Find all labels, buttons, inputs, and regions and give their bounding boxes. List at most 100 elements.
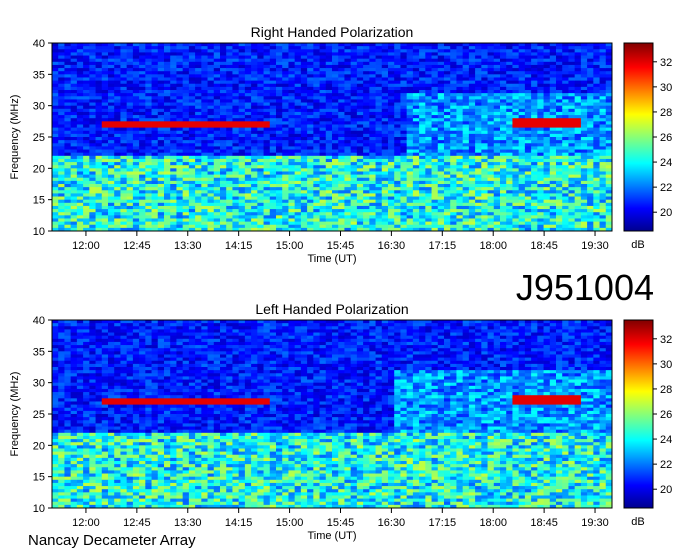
- heatmap-cell: [332, 209, 339, 213]
- heatmap-cell: [512, 162, 520, 166]
- heatmap-cell: [493, 199, 501, 204]
- heatmap-cell: [468, 205, 476, 210]
- heatmap-cell: [95, 171, 103, 175]
- heatmap-cell: [226, 171, 233, 175]
- heatmap-cell: [468, 71, 476, 75]
- heatmap-cell: [126, 202, 134, 207]
- heatmap-cell: [58, 140, 65, 144]
- heatmap-cell: [251, 102, 258, 107]
- heatmap-cell: [257, 121, 264, 125]
- heatmap-cell: [388, 121, 395, 125]
- heatmap-cell: [213, 140, 221, 144]
- heatmap-cell: [170, 196, 177, 201]
- heatmap-cell: [108, 74, 115, 78]
- heatmap-cell: [238, 121, 246, 125]
- heatmap-cell: [83, 149, 90, 154]
- heatmap-cell: [518, 64, 526, 69]
- heatmap-cell: [400, 218, 408, 222]
- heatmap-cell: [294, 146, 302, 150]
- heatmap-cell: [369, 58, 376, 63]
- heatmap-cell: [537, 83, 544, 88]
- heatmap-cell: [226, 133, 233, 138]
- heatmap-cell: [269, 102, 277, 107]
- heatmap-cell: [132, 165, 140, 169]
- heatmap-cell: [556, 187, 563, 191]
- heatmap-cell: [101, 218, 109, 222]
- heatmap-cell: [276, 140, 283, 144]
- heatmap-cell: [394, 174, 401, 179]
- heatmap-cell: [282, 68, 289, 72]
- heatmap-cell: [95, 49, 103, 53]
- heatmap-cell: [114, 96, 121, 100]
- heatmap-cell: [64, 224, 72, 229]
- heatmap-cell: [518, 158, 526, 163]
- heatmap-cell: [412, 180, 420, 185]
- heatmap-cell: [412, 224, 420, 229]
- heatmap-cell: [52, 74, 59, 78]
- heatmap-cell: [444, 137, 451, 141]
- heatmap-cell: [456, 124, 464, 128]
- heatmap-cell: [70, 111, 78, 116]
- heatmap-cell: [52, 155, 59, 160]
- heatmap-cell: [101, 212, 109, 216]
- heatmap-cell: [182, 202, 190, 207]
- heatmap-cell: [220, 124, 227, 128]
- heatmap-cell: [350, 90, 358, 94]
- heatmap-cell: [58, 111, 65, 116]
- heatmap-cell: [332, 149, 339, 154]
- heatmap-cell: [350, 108, 358, 113]
- heatmap-cell: [338, 184, 345, 188]
- heatmap-cell: [220, 174, 227, 179]
- heatmap-cell: [151, 193, 159, 197]
- heatmap-cell: [70, 221, 78, 226]
- heatmap-cell: [195, 105, 202, 110]
- heatmap-cell: [76, 71, 84, 75]
- heatmap-cell: [450, 130, 457, 135]
- heatmap-cell: [170, 174, 177, 179]
- heatmap-cell: [213, 218, 221, 222]
- heatmap-cell: [294, 68, 302, 72]
- heatmap-cell: [400, 74, 408, 78]
- heatmap-cell: [139, 115, 146, 119]
- heatmap-cell: [126, 108, 134, 113]
- heatmap-cell: [182, 105, 190, 110]
- heatmap-cell: [244, 111, 252, 116]
- heatmap-cell: [444, 74, 451, 78]
- heatmap-cell: [444, 111, 451, 116]
- heatmap-cell: [481, 168, 488, 172]
- heatmap-cell: [139, 121, 146, 125]
- heatmap-cell: [108, 127, 115, 132]
- heatmap-cell: [101, 193, 109, 197]
- heatmap-cell: [282, 168, 289, 172]
- heatmap-cell: [381, 196, 389, 201]
- heatmap-cell: [325, 149, 333, 154]
- heatmap-cell: [201, 105, 208, 110]
- heatmap-cell: [462, 212, 470, 216]
- heatmap-cell: [263, 149, 271, 154]
- heatmap-cell: [450, 111, 457, 116]
- heatmap-cell: [531, 108, 538, 113]
- heatmap-cell: [506, 43, 513, 47]
- heatmap-cell: [325, 71, 333, 75]
- heatmap-cell: [226, 212, 233, 216]
- heatmap-cell: [182, 212, 190, 216]
- heatmap-cell: [207, 133, 215, 138]
- heatmap-cell: [83, 133, 90, 138]
- heatmap-cell: [207, 202, 215, 207]
- heatmap-cell: [381, 74, 389, 78]
- heatmap-cell: [70, 218, 78, 222]
- heatmap-cell: [207, 177, 215, 182]
- heatmap-cell: [213, 52, 221, 56]
- heatmap-cell: [412, 108, 420, 113]
- heatmap-cell: [120, 168, 128, 172]
- heatmap-cell: [450, 133, 457, 138]
- heatmap-cell: [195, 43, 202, 47]
- heatmap-cell: [232, 221, 240, 226]
- heatmap-cell: [132, 55, 140, 60]
- heatmap-cell: [487, 118, 495, 122]
- heatmap-cell: [58, 196, 65, 201]
- heatmap-cell: [201, 177, 208, 182]
- heatmap-cell: [344, 124, 352, 128]
- heatmap-cell: [388, 77, 395, 81]
- heatmap-cell: [356, 209, 364, 213]
